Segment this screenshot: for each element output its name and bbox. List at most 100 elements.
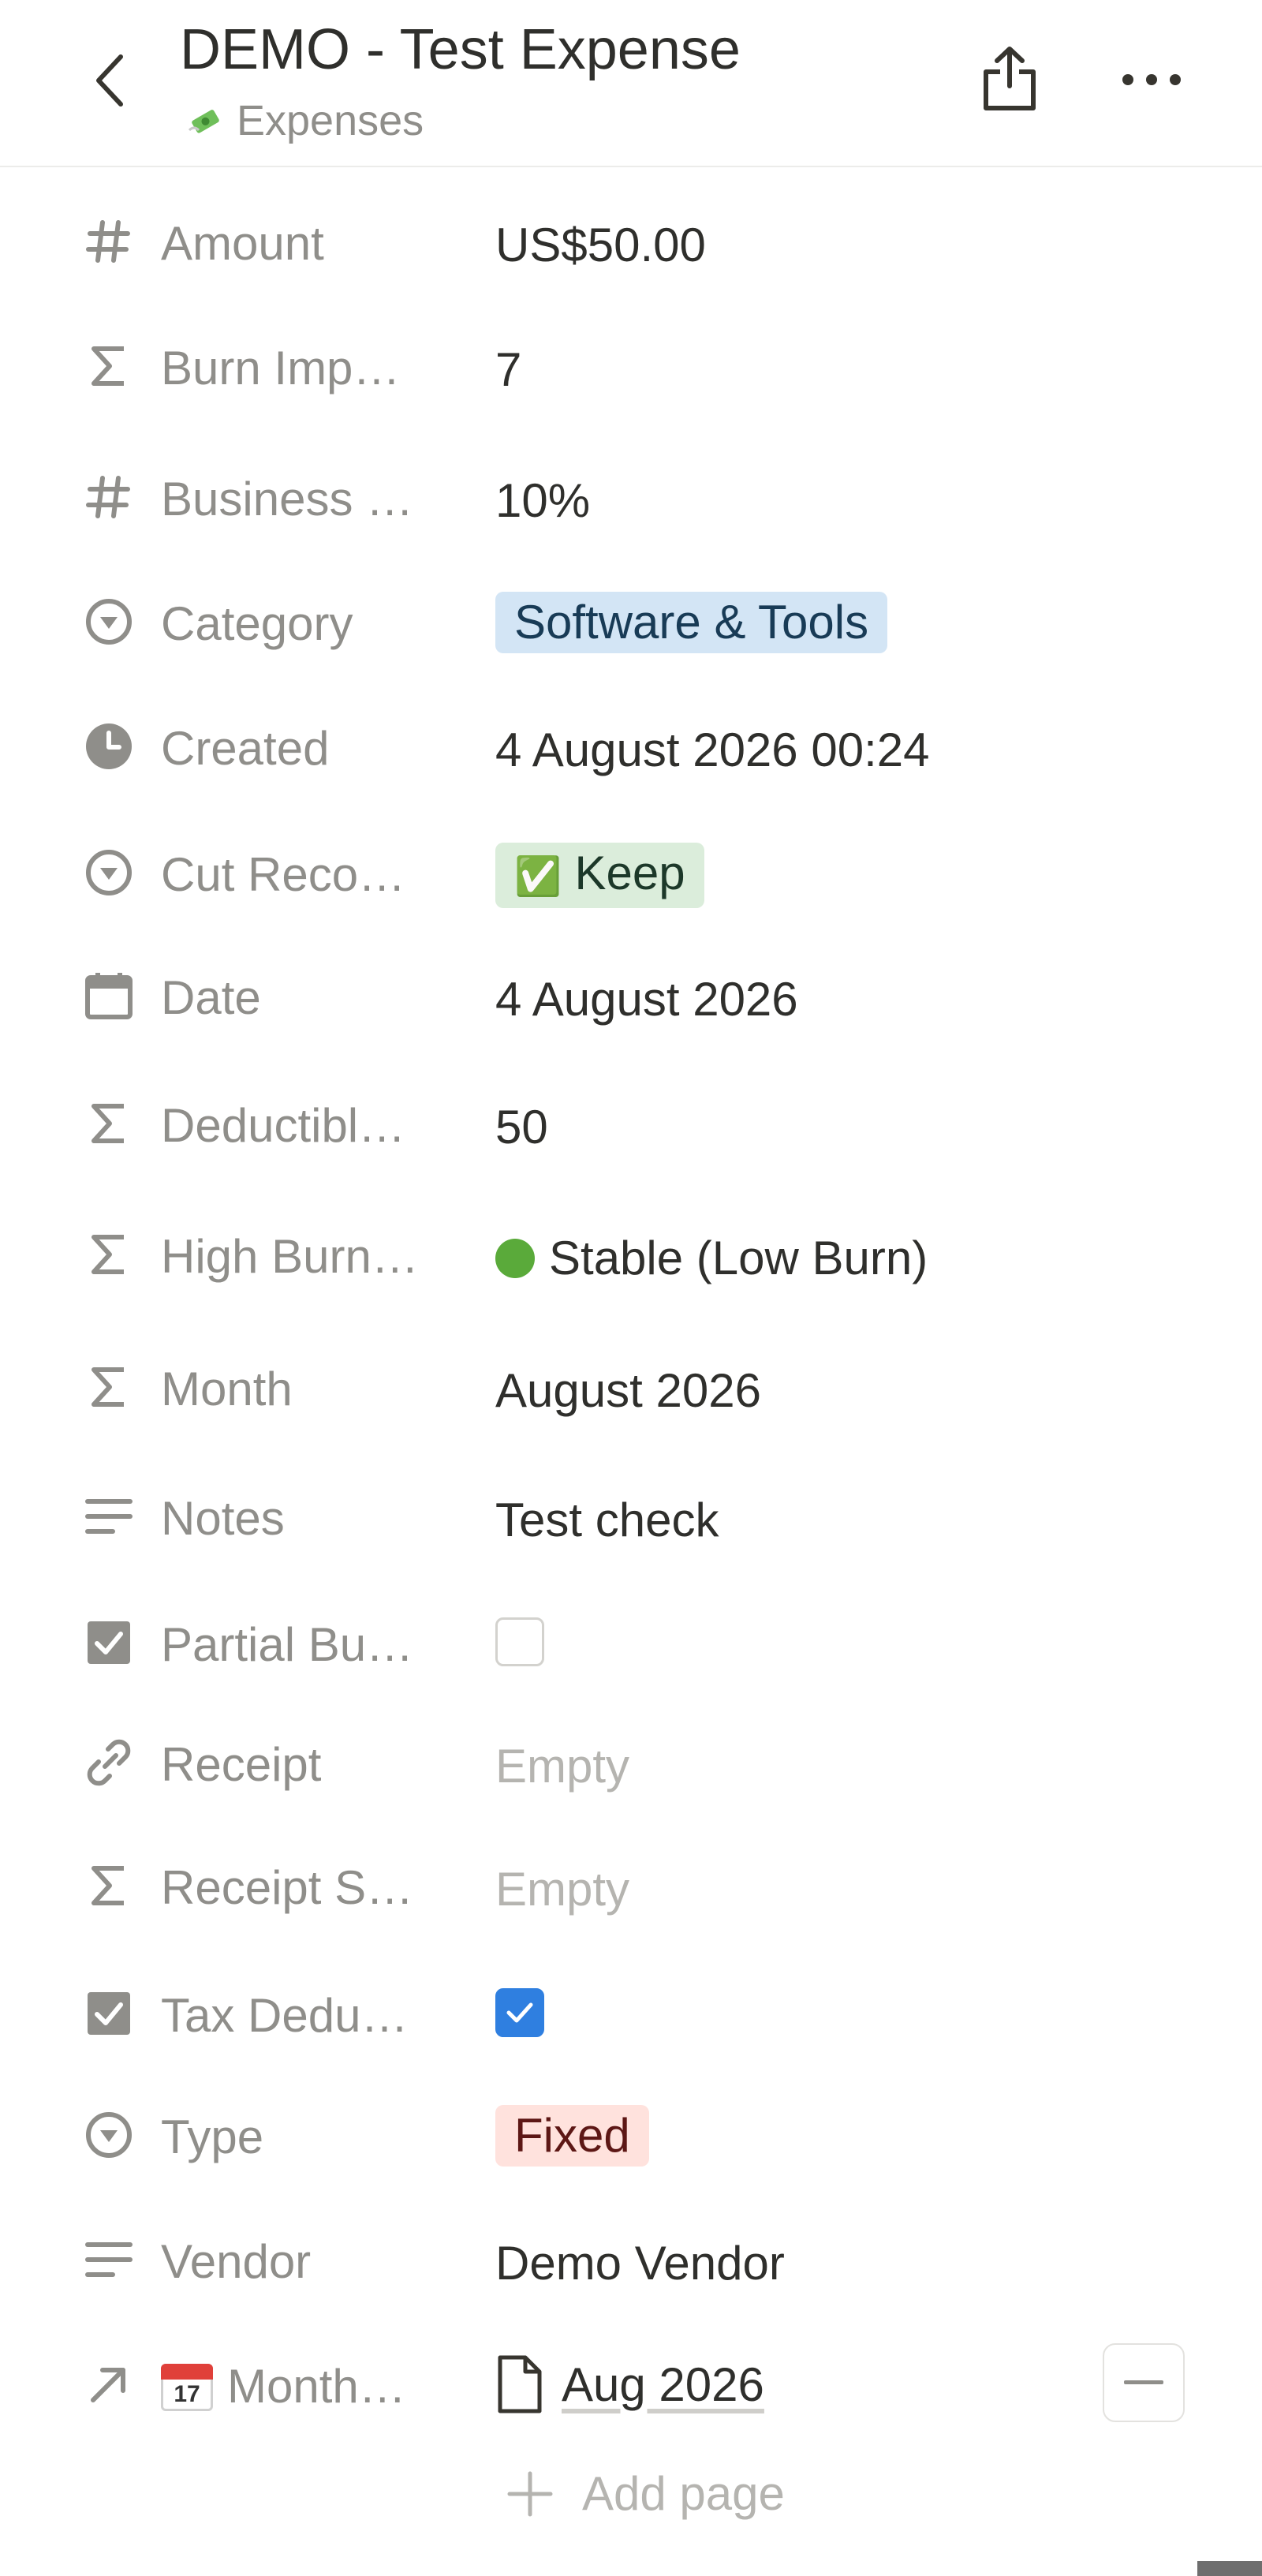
property-value[interactable]: Empty [495, 1862, 629, 1916]
property-value[interactable]: Aug 2026 [495, 2354, 764, 2414]
checkbox-icon [79, 1619, 139, 1666]
plus-icon [507, 2471, 553, 2516]
chevron-left-icon [96, 54, 123, 107]
scroll-indicator [1197, 2561, 1262, 2576]
check-mark-emoji-icon: ✅ [514, 856, 562, 898]
formula-icon [79, 342, 139, 390]
property-value[interactable]: 10% [495, 473, 590, 528]
property-row-month-relation[interactable]: 17 Month… Aug 2026 [0, 2337, 1262, 2432]
property-row-tax-deductible[interactable]: Tax Dedu… [0, 1966, 1262, 2061]
select-icon [79, 598, 139, 645]
property-label: Month [161, 1363, 293, 1415]
property-row-month[interactable]: Month August 2026 [0, 1340, 1262, 1434]
property-row-vendor[interactable]: Vendor Demo Vendor [0, 2212, 1262, 2307]
checkmark-icon [506, 2002, 533, 2023]
property-label: Burn Imp… [161, 342, 401, 394]
property-value[interactable]: 4 August 2026 00:24 [495, 723, 930, 777]
property-row-burn-impact[interactable]: Burn Imp… 7 [0, 319, 1262, 413]
money-with-wings-icon [188, 110, 219, 133]
cut-recommendation-tag[interactable]: ✅ Keep [495, 843, 704, 908]
more-horizontal-icon [1122, 74, 1181, 85]
property-value[interactable] [495, 1617, 544, 1666]
checkbox-icon [79, 1990, 139, 2037]
property-row-high-burn[interactable]: High Burn… Stable (Low Burn) [0, 1207, 1262, 1302]
share-button[interactable] [972, 39, 1047, 118]
high-burn-text: Stable (Low Burn) [549, 1232, 928, 1284]
share-icon [984, 47, 1036, 110]
property-value[interactable]: August 2026 [495, 1363, 761, 1418]
property-label: Category [161, 597, 353, 650]
formula-icon [79, 1363, 139, 1411]
property-label: Receipt S… [161, 1861, 414, 1914]
property-label: Type [161, 2111, 264, 2163]
tag-label: Keep [574, 847, 685, 899]
clock-icon [79, 723, 139, 770]
property-label: Receipt [161, 1738, 322, 1791]
property-value[interactable]: ✅ Keep [495, 843, 704, 908]
back-button[interactable] [82, 49, 137, 112]
property-label: 17 Month… [161, 2359, 406, 2413]
minus-icon [1124, 2380, 1163, 2384]
property-label: Cut Reco… [161, 848, 406, 901]
property-row-type[interactable]: Type Fixed [0, 2088, 1262, 2182]
text-icon [79, 2236, 139, 2283]
property-value[interactable]: Fixed [495, 2105, 649, 2167]
select-icon [79, 2111, 139, 2159]
property-row-partial-burn[interactable]: Partial Bu… [0, 1595, 1262, 1690]
property-row-category[interactable]: Category Software & Tools [0, 574, 1262, 669]
text-icon [79, 1493, 139, 1540]
property-label: Tax Dedu… [161, 1989, 409, 2042]
property-value[interactable]: 50 [495, 1100, 548, 1154]
partial-burn-checkbox[interactable] [495, 1617, 544, 1666]
calendar-icon [79, 972, 139, 1019]
property-value[interactable]: Demo Vendor [495, 2236, 785, 2290]
page-title: DEMO - Test Expense [180, 18, 741, 81]
add-page-label: Add page [582, 2467, 785, 2520]
property-row-receipt[interactable]: Receipt Empty [0, 1715, 1262, 1810]
property-label: Business … [161, 473, 414, 525]
property-label: Deductibl… [161, 1099, 406, 1152]
property-value[interactable]: US$50.00 [495, 218, 706, 272]
breadcrumb-label: Expenses [237, 97, 424, 144]
property-value[interactable]: Empty [495, 1739, 629, 1793]
property-row-business[interactable]: Business … 10% [0, 450, 1262, 544]
property-label: Notes [161, 1492, 285, 1545]
property-label: Created [161, 722, 330, 775]
calendar-emoji-icon: 17 [161, 2361, 213, 2413]
property-row-amount[interactable]: Amount US$50.00 [0, 194, 1262, 289]
property-row-receipt-status[interactable]: Receipt S… Empty [0, 1838, 1262, 1933]
property-value[interactable]: Test check [495, 1493, 719, 1547]
formula-icon [79, 1231, 139, 1278]
number-icon [79, 218, 139, 265]
category-tag[interactable]: Software & Tools [495, 592, 888, 653]
green-circle-icon [495, 1238, 535, 1278]
property-label: Partial Bu… [161, 1618, 414, 1671]
remove-relation-button[interactable] [1103, 2343, 1185, 2422]
select-icon [79, 849, 139, 896]
property-label: Vendor [161, 2235, 312, 2288]
property-row-deductible[interactable]: Deductibl… 50 [0, 1076, 1262, 1171]
number-icon [79, 473, 139, 521]
property-row-cut-recommendation[interactable]: Cut Reco… ✅ Keep [0, 825, 1262, 920]
page-header: DEMO - Test Expense Expenses [0, 0, 1262, 167]
more-button[interactable] [1112, 44, 1191, 115]
property-row-date[interactable]: Date 4 August 2026 [0, 948, 1262, 1043]
property-value[interactable]: 7 [495, 342, 521, 397]
property-value[interactable]: 4 August 2026 [495, 972, 798, 1026]
property-row-created[interactable]: Created 4 August 2026 00:24 [0, 699, 1262, 794]
property-value[interactable] [495, 1988, 544, 2037]
add-page-button[interactable]: Add page [505, 2466, 785, 2521]
relation-link[interactable]: Aug 2026 [562, 2357, 764, 2412]
property-label-text: Month… [227, 2360, 406, 2413]
formula-icon [79, 1862, 139, 1909]
property-value[interactable]: Software & Tools [495, 592, 888, 653]
property-label: Date [161, 971, 261, 1024]
breadcrumb[interactable]: Expenses [186, 96, 424, 145]
property-value[interactable]: Stable (Low Burn) [495, 1231, 928, 1285]
tax-deductible-checkbox[interactable] [495, 1988, 544, 2037]
property-label: High Burn… [161, 1230, 419, 1283]
type-tag[interactable]: Fixed [495, 2105, 649, 2167]
formula-icon [79, 1100, 139, 1147]
property-row-notes[interactable]: Notes Test check [0, 1469, 1262, 1564]
link-icon [79, 1739, 139, 1786]
